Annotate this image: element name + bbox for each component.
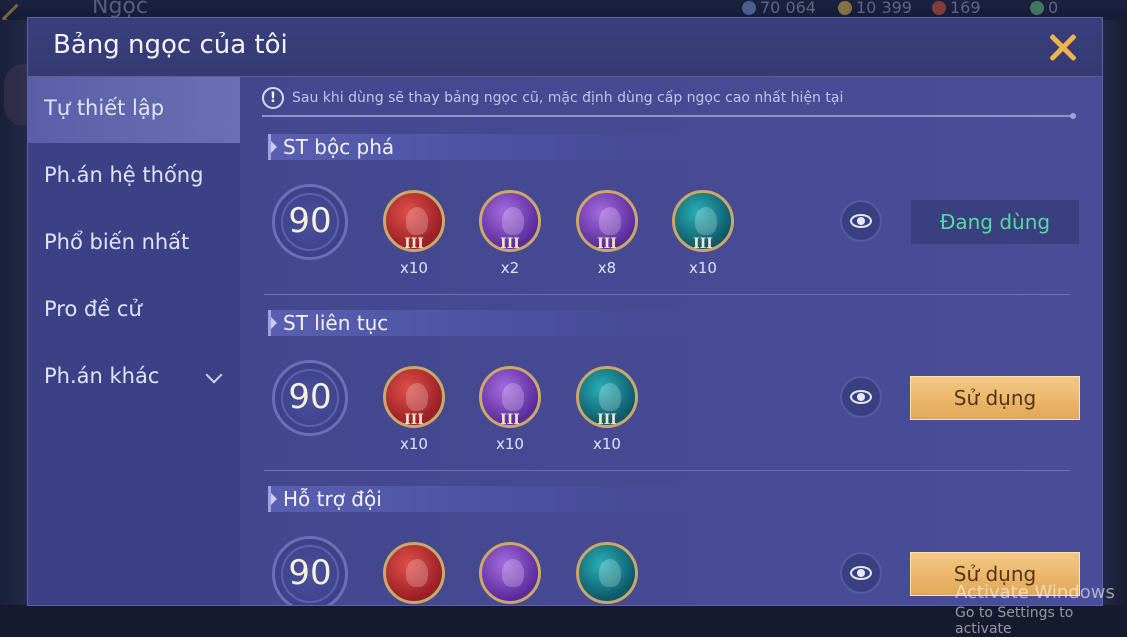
red-gem-icon — [932, 0, 946, 15]
gem-purple[interactable]: III x2 — [478, 190, 544, 282]
green-crystal-icon — [1030, 0, 1044, 15]
gem-purple[interactable]: III x10 — [478, 366, 544, 458]
os-activation-hint: Go to Settings to activate — [955, 605, 1074, 637]
resource-red-gems: 169 — [932, 0, 981, 17]
gem-tier: III — [597, 236, 617, 252]
gem-count: x10 — [689, 259, 717, 277]
sidebar-item-popular[interactable]: Phổ biến nhất — [28, 211, 240, 277]
in-use-button[interactable]: Đang dùng — [911, 200, 1079, 244]
level-badge: 90 — [272, 536, 352, 605]
gem-count: x2 — [500, 259, 520, 277]
gem-tier: III — [693, 236, 713, 252]
gem-board-list[interactable]: ! Sau khi dùng sẽ thay bảng ngọc cũ, mặc… — [240, 77, 1102, 605]
resource-gold: 10 399 — [838, 0, 912, 17]
red-gem-icon — [383, 542, 445, 604]
gem-set-row: ST bộc phá 90 III x10 III x2 III x8 III … — [240, 134, 1102, 310]
gem-set-title: Hỗ trợ đội — [283, 487, 382, 511]
modal-header: Bảng ngọc của tôi — [28, 18, 1102, 77]
gem-set-row: ST liên tục 90 III x10 III x10 III x10 S… — [240, 310, 1102, 486]
level-value: 90 — [288, 201, 332, 241]
sidebar-item-system[interactable]: Ph.án hệ thống — [28, 144, 240, 210]
os-activation-watermark: Activate Windows — [955, 582, 1115, 603]
level-badge: 90 — [272, 360, 352, 440]
gem-count: x10 — [400, 259, 428, 277]
gem-set-title: ST bộc phá — [283, 135, 395, 159]
gem-count: x10 — [593, 435, 621, 453]
level-badge: 90 — [272, 184, 352, 264]
gem-tier: III — [597, 412, 617, 428]
gem-red[interactable] — [382, 542, 448, 605]
preview-eye-button[interactable] — [840, 376, 882, 418]
gem-red[interactable]: III x10 — [382, 190, 448, 282]
modal-title: Bảng ngọc của tôi — [53, 30, 288, 60]
gem-tier: III — [404, 412, 424, 428]
gem-set-title: ST liên tục — [283, 311, 389, 335]
gem-purple[interactable]: III x8 — [575, 190, 641, 282]
section-divider — [264, 294, 1070, 295]
purple-gem-icon — [479, 542, 541, 604]
gem-tier: III — [404, 236, 424, 252]
background-title: Ngọc — [92, 0, 148, 19]
blue-gem-icon — [742, 0, 756, 15]
preview-eye-button[interactable] — [840, 200, 882, 242]
gold-coin-icon — [838, 0, 852, 15]
resource-value: 0 — [1048, 0, 1059, 17]
sidebar-item-other[interactable]: Ph.án khác — [28, 345, 240, 411]
sidebar-item-custom[interactable]: Tự thiết lập — [28, 77, 243, 143]
gem-red[interactable]: III x10 — [382, 366, 448, 458]
exclamation-icon: ! — [262, 87, 284, 109]
notice-text: Sau khi dùng sẽ thay bảng ngọc cũ, mặc đ… — [292, 90, 844, 106]
gem-set-header: Hỗ trợ đội — [268, 486, 691, 512]
resource-value: 70 064 — [760, 0, 816, 17]
sidebar-item-label: Phổ biến nhất — [44, 230, 190, 254]
gem-tier: III — [500, 412, 520, 428]
sidebar-item-label: Tự thiết lập — [44, 96, 165, 120]
gem-count: x10 — [496, 435, 524, 453]
resource-green: 0 — [1030, 0, 1058, 17]
background-right-panel — [1102, 20, 1127, 627]
resource-value: 10 399 — [856, 0, 912, 17]
gem-set-header: ST bộc phá — [268, 134, 691, 160]
resource-blue-gems: 70 064 — [742, 0, 816, 17]
teal-gem-icon — [576, 542, 638, 604]
gem-set-header: ST liên tục — [268, 310, 691, 336]
level-value: 90 — [288, 377, 332, 417]
use-button[interactable]: Sử dụng — [910, 376, 1080, 420]
level-value: 90 — [288, 553, 332, 593]
gem-purple[interactable] — [478, 542, 544, 605]
section-divider — [264, 470, 1070, 471]
gem-tier: III — [500, 236, 520, 252]
sidebar: Tự thiết lập Ph.án hệ thống Phổ biến nhấ… — [28, 77, 243, 605]
sidebar-item-label: Pro đề cử — [44, 297, 142, 321]
gem-board-modal: Bảng ngọc của tôi Tự thiết lập Ph.án hệ … — [28, 18, 1102, 605]
preview-eye-button[interactable] — [840, 552, 882, 594]
gem-teal[interactable]: III x10 — [671, 190, 737, 282]
sidebar-item-label: Ph.án khác — [44, 364, 160, 388]
gem-teal[interactable] — [575, 542, 641, 605]
sidebar-item-pro[interactable]: Pro đề cử — [28, 278, 240, 344]
gem-count: x8 — [597, 259, 617, 277]
resource-value: 169 — [950, 0, 981, 17]
sidebar-item-label: Ph.án hệ thống — [44, 163, 204, 187]
chevron-down-icon — [205, 366, 223, 384]
notice-divider — [262, 113, 1076, 119]
notice: ! Sau khi dùng sẽ thay bảng ngọc cũ, mặc… — [262, 85, 843, 111]
close-button[interactable] — [1044, 28, 1084, 68]
gem-teal[interactable]: III x10 — [575, 366, 641, 458]
gem-count: x10 — [400, 435, 428, 453]
